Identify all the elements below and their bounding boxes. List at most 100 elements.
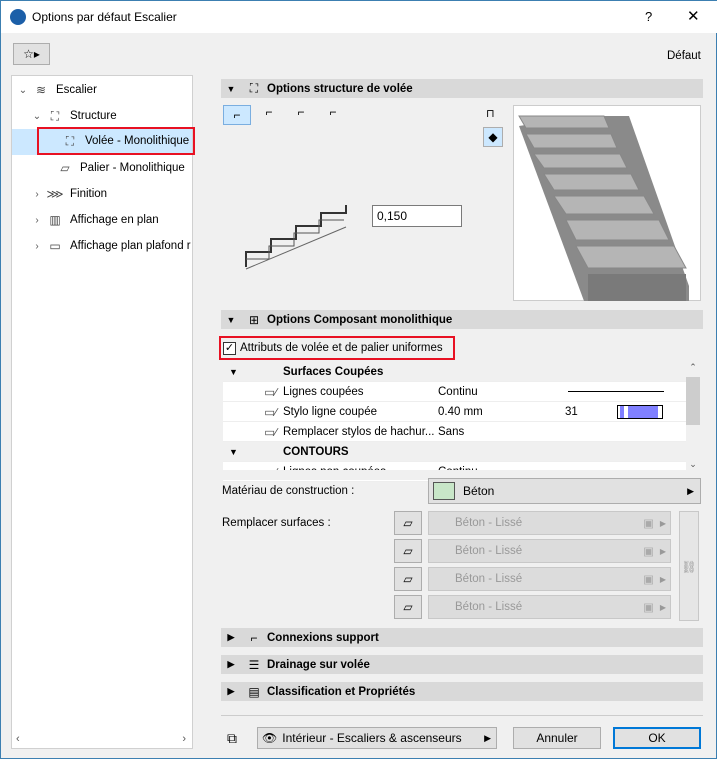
support-icon: ⌐ bbox=[250, 630, 258, 645]
tree-item-label: Finition bbox=[70, 188, 108, 200]
surface-override-field[interactable]: Béton - Lissé ▣ ▶ bbox=[428, 511, 671, 535]
tree-item-label: Affichage en plan bbox=[70, 214, 159, 226]
layer-dropdown[interactable]: 👁 Intérieur - Escaliers & ascenseurs ▶ bbox=[257, 727, 497, 749]
section-structure-header[interactable]: ▼ ⛶ Options structure de volée bbox=[221, 79, 703, 98]
chevron-right-icon: ▶ bbox=[659, 518, 666, 528]
table-scrollbar[interactable]: ⌃ ⌄ bbox=[686, 362, 700, 470]
favorites-button[interactable]: ☆▸ bbox=[13, 43, 50, 65]
tree-item-icon: ⛶ bbox=[50, 108, 60, 123]
checkbox-icon[interactable]: ✓ bbox=[223, 341, 236, 355]
image-icon: ▣ bbox=[643, 546, 654, 558]
tree-item[interactable]: › ▭ Affichage plan plafond r bbox=[12, 234, 192, 258]
image-icon: ▣ bbox=[643, 518, 654, 530]
stair-section-diagram bbox=[245, 205, 347, 270]
row-icon: ▭∕ bbox=[264, 426, 277, 439]
tree-item-icon: ▱ bbox=[60, 161, 70, 175]
group-title: CONTOURS bbox=[283, 445, 349, 458]
table-row[interactable]: ▭∕ Lignes coupées Continu bbox=[223, 382, 686, 402]
table-group-row[interactable]: ▼ CONTOURS bbox=[223, 442, 686, 462]
stair-type-1-button[interactable]: ⌐ bbox=[223, 105, 251, 125]
cancel-button[interactable]: Annuler bbox=[513, 727, 601, 749]
close-button[interactable]: ✕ bbox=[687, 7, 700, 25]
tree-item-label: Affichage plan plafond r bbox=[70, 240, 191, 252]
tree-item[interactable]: › ⋙ Finition bbox=[12, 182, 192, 206]
app-icon bbox=[10, 9, 26, 25]
stair-icon: ⛶ bbox=[249, 81, 259, 95]
tree-item-icon: ⛶ bbox=[65, 133, 75, 148]
section-composant-header[interactable]: ▼ ⊞ Options Composant monolithique bbox=[221, 310, 703, 329]
surface-override-field[interactable]: Béton - Lissé ▣ ▶ bbox=[428, 567, 671, 591]
stair-type-3-button[interactable]: ⌐ bbox=[287, 105, 315, 125]
chevron-icon[interactable]: ⌄ bbox=[30, 111, 44, 122]
chevron-right-icon: ▶ bbox=[484, 732, 491, 743]
surface-override-field[interactable]: Béton - Lissé ▣ ▶ bbox=[428, 539, 671, 563]
collapse-icon[interactable]: ▼ bbox=[223, 367, 283, 377]
tree-scrollbar[interactable]: ‹ › bbox=[12, 731, 192, 748]
surface-side-icon[interactable]: ▱ bbox=[394, 539, 422, 563]
table-group-row[interactable]: ▼ Surfaces Coupées bbox=[223, 362, 686, 382]
section-title: Options Composant monolithique bbox=[267, 313, 453, 326]
section-drainage-header[interactable]: ▶ ☰ Drainage sur volée bbox=[221, 655, 703, 674]
surface-override-field[interactable]: Béton - Lissé ▣ ▶ bbox=[428, 595, 671, 619]
chevron-right-icon: ▶ bbox=[659, 546, 666, 556]
row-icon: ▭∕ bbox=[264, 406, 277, 419]
chevron-right-icon: ▶ bbox=[687, 485, 694, 496]
tree-item-label: Palier - Monolithique bbox=[80, 162, 185, 174]
surface-side-icon[interactable]: ▱ bbox=[394, 567, 422, 591]
surface-value: Béton - Lissé bbox=[455, 573, 523, 585]
image-icon: ▣ bbox=[643, 574, 654, 586]
uniform-attributes-checkbox[interactable]: ✓ Attributs de volée et de palier unifor… bbox=[219, 336, 455, 360]
surface-value: Béton - Lissé bbox=[455, 601, 523, 613]
tree-item[interactable]: ▱ Palier - Monolithique bbox=[12, 156, 192, 180]
section-title: Classification et Propriétés bbox=[267, 685, 416, 698]
chevron-right-icon: ▶ bbox=[659, 602, 666, 612]
stair-type-buttons: ⌐ ⌐ ⌐ ⌐ bbox=[223, 105, 347, 125]
stair-type-2-button[interactable]: ⌐ bbox=[255, 105, 283, 125]
tree-item-icon: ≋ bbox=[35, 83, 47, 97]
floor-plan-view-icon[interactable]: ⊓ bbox=[486, 107, 495, 120]
pen-color-swatch[interactable] bbox=[617, 405, 663, 419]
surface-side-icon[interactable]: ▱ bbox=[394, 511, 422, 535]
tree-item-icon: ▭ bbox=[49, 239, 61, 253]
component-icon: ⊞ bbox=[248, 312, 260, 327]
stair-type-4-button[interactable]: ⌐ bbox=[319, 105, 347, 125]
ok-button[interactable]: OK bbox=[613, 727, 701, 749]
riser-thickness-input[interactable] bbox=[372, 205, 462, 227]
3d-view-button[interactable]: ◆ bbox=[483, 127, 503, 147]
tree-item[interactable]: › ▥ Affichage en plan bbox=[12, 208, 192, 232]
row-label: Stylo ligne coupée bbox=[283, 405, 377, 418]
section-classification-header[interactable]: ▶ ▤ Classification et Propriétés bbox=[221, 682, 703, 701]
help-button[interactable]: ? bbox=[645, 9, 652, 24]
section-connexions-header[interactable]: ▶ ⌐ Connexions support bbox=[221, 628, 703, 647]
surface-side-icon[interactable]: ▱ bbox=[394, 595, 422, 619]
section-title: Options structure de volée bbox=[267, 82, 413, 95]
chevron-icon[interactable]: › bbox=[30, 189, 44, 200]
table-row[interactable]: ▭∕ Remplacer stylos de hachur... Sans bbox=[223, 422, 686, 442]
link-surfaces-chain-icon[interactable]: ⛓ bbox=[679, 511, 699, 621]
chevron-icon[interactable]: ⌄ bbox=[16, 85, 30, 96]
drainage-icon: ☰ bbox=[248, 657, 260, 672]
image-icon: ▣ bbox=[643, 602, 654, 614]
collapse-icon[interactable]: ▼ bbox=[223, 447, 283, 457]
tree-item-label: Escalier bbox=[56, 84, 97, 96]
layer-icon: ⧉ bbox=[227, 730, 237, 746]
surfaces-label: Remplacer surfaces : bbox=[222, 517, 331, 529]
chevron-icon[interactable]: › bbox=[30, 215, 44, 226]
section-title: Connexions support bbox=[267, 631, 379, 644]
chevron-icon[interactable]: › bbox=[30, 241, 44, 252]
tree-item[interactable]: ⛶ Volée - Monolithique bbox=[37, 127, 195, 155]
row-value: 0.40 mm bbox=[438, 405, 483, 418]
tree-item[interactable]: ⌄ ≋ Escalier bbox=[12, 78, 192, 102]
tree-item-label: Structure bbox=[70, 110, 117, 122]
line-type-sample bbox=[568, 391, 664, 392]
tree-item-icon: ▥ bbox=[49, 213, 61, 227]
row-value: Sans bbox=[438, 425, 465, 438]
tree-item[interactable]: ⌄ ⛶ Structure bbox=[12, 104, 192, 128]
material-dropdown[interactable]: Béton ▶ bbox=[428, 478, 701, 504]
table-row[interactable]: ▭∕ Stylo ligne coupée 0.40 mm 31 bbox=[223, 402, 686, 422]
surface-value: Béton - Lissé bbox=[455, 545, 523, 557]
row-extra: 31 bbox=[565, 405, 578, 418]
tree-item-label: Volée - Monolithique bbox=[85, 135, 190, 147]
checkbox-label: Attributs de volée et de palier uniforme… bbox=[240, 342, 443, 354]
material-label: Matériau de construction : bbox=[222, 485, 355, 497]
